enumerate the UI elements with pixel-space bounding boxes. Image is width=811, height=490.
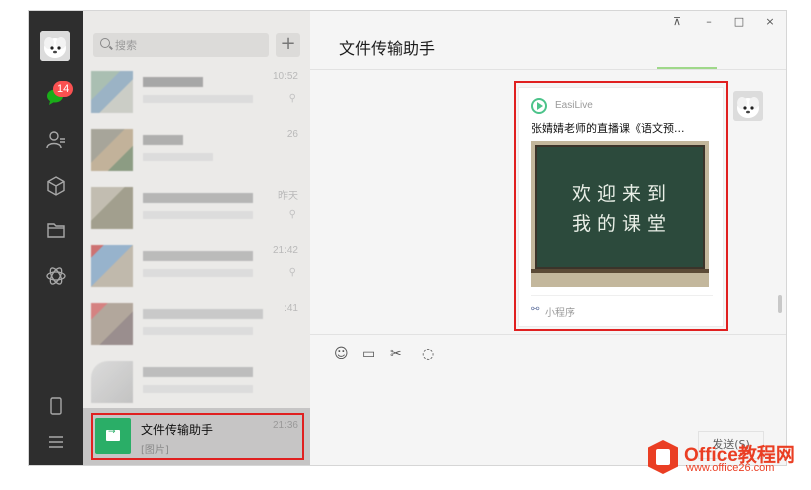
unread-badge: 14: [53, 81, 74, 97]
chat-row[interactable]: :41: [83, 295, 310, 353]
menu-icon[interactable]: [44, 431, 68, 455]
chat-name-redacted: [143, 135, 183, 145]
chat-preview-redacted: [143, 153, 213, 161]
chat-avatar: [91, 71, 133, 113]
search-placeholder: 搜索: [115, 39, 137, 52]
chat-row[interactable]: 21:42 ⚲: [83, 237, 310, 295]
watermark: Office教程网 www.office26.com: [648, 440, 808, 476]
user-avatar[interactable]: [40, 31, 70, 61]
chat-time: 26: [286, 129, 298, 140]
chat-avatar: [91, 129, 133, 171]
mute-icon: ⚲: [288, 267, 296, 278]
maximize-button[interactable]: □: [732, 15, 746, 28]
chat-preview-redacted: [143, 269, 253, 277]
wechat-window: 14 搜索 + 10:52 ⚲ 26 昨天 ⚲ 21:42 ⚲:41 → 文件…: [28, 10, 787, 466]
watermark-url: www.office26.com: [686, 462, 775, 474]
chat-name-redacted: [143, 309, 263, 319]
chat-name-redacted: [143, 251, 253, 261]
screenshot-scissors-icon[interactable]: ✂: [390, 346, 402, 362]
files-folder-icon[interactable]: [44, 219, 68, 243]
chat-name-redacted: [143, 77, 203, 87]
chat-time: 10:52: [272, 71, 298, 82]
chat-name-redacted: [143, 367, 253, 377]
conversation-list: 搜索 + 10:52 ⚲ 26 昨天 ⚲ 21:42 ⚲:41 → 文件传输助…: [83, 11, 310, 465]
chat-history-icon[interactable]: ◌: [422, 346, 434, 362]
minimize-button[interactable]: –: [702, 15, 716, 28]
phone-icon[interactable]: [44, 395, 68, 419]
chat-time: :41: [284, 303, 298, 314]
pin-icon[interactable]: ⊼: [670, 15, 684, 28]
chat-time: 21:42: [272, 245, 298, 256]
folder-icon[interactable]: ▭: [362, 346, 375, 362]
chat-row[interactable]: 26: [83, 121, 310, 179]
highlight-box: [91, 413, 304, 460]
chat-preview-redacted: [143, 211, 253, 219]
sender-avatar[interactable]: [733, 91, 763, 121]
chat-panel: 文件传输助手 ⊼ – □ × EasiLive 张婧婧老师的直播课《语文预...…: [310, 11, 786, 465]
office-logo-icon: [648, 440, 678, 474]
chat-avatar: [91, 361, 133, 403]
chat-title: 文件传输助手: [339, 39, 436, 58]
favorites-icon[interactable]: [44, 175, 68, 199]
chat-row[interactable]: 10:52 ⚲: [83, 63, 310, 121]
chat-preview-redacted: [143, 327, 253, 335]
chat-name-redacted: [143, 193, 253, 203]
close-button[interactable]: ×: [763, 15, 777, 28]
search-icon: [100, 38, 110, 48]
mute-icon: ⚲: [288, 93, 296, 104]
chat-time: 昨天: [278, 191, 298, 202]
header-divider: [310, 69, 786, 70]
chat-preview-redacted: [143, 95, 253, 103]
chat-avatar: [91, 245, 133, 287]
chat-preview-redacted: [143, 385, 253, 393]
input-divider: [310, 334, 786, 335]
chat-row[interactable]: 昨天 ⚲: [83, 179, 310, 237]
mute-icon: ⚲: [288, 209, 296, 220]
highlight-box: [514, 81, 728, 331]
scrollbar-thumb[interactable]: [778, 295, 782, 313]
add-button[interactable]: +: [276, 33, 300, 57]
chat-avatar: [91, 303, 133, 345]
chat-avatar: [91, 187, 133, 229]
chat-row[interactable]: [83, 353, 310, 411]
nav-rail: 14: [29, 11, 83, 465]
mini-program-icon[interactable]: [44, 265, 68, 289]
search-input[interactable]: 搜索: [93, 33, 269, 57]
contacts-icon[interactable]: [44, 129, 68, 153]
emoji-icon[interactable]: ☺: [334, 346, 349, 362]
